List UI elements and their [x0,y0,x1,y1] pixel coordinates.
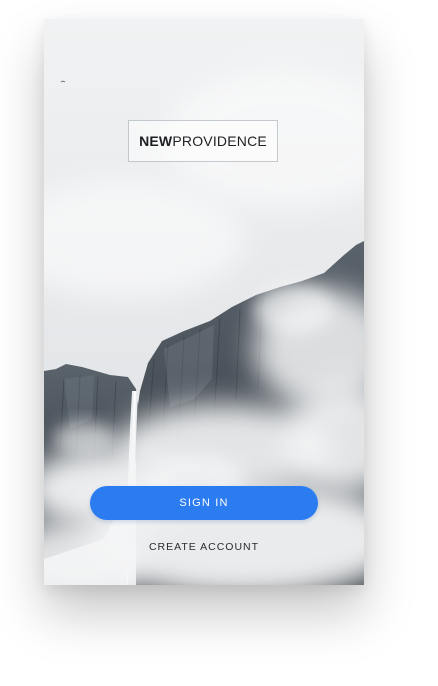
create-account-link[interactable]: CREATE ACCOUNT [44,541,364,553]
sign-in-label: SIGN IN [179,497,229,509]
sign-in-button[interactable]: SIGN IN [90,486,318,520]
phone-frame: NEW PROVIDENCE SIGN IN CREATE ACCOUNT [44,19,364,585]
create-account-label: CREATE ACCOUNT [148,541,260,553]
logo-text-bold: NEW [139,133,173,149]
screen: NEW PROVIDENCE SIGN IN CREATE ACCOUNT [0,0,438,686]
app-logo: NEW PROVIDENCE [128,120,278,162]
logo-text-light: PROVIDENCE [172,133,267,149]
